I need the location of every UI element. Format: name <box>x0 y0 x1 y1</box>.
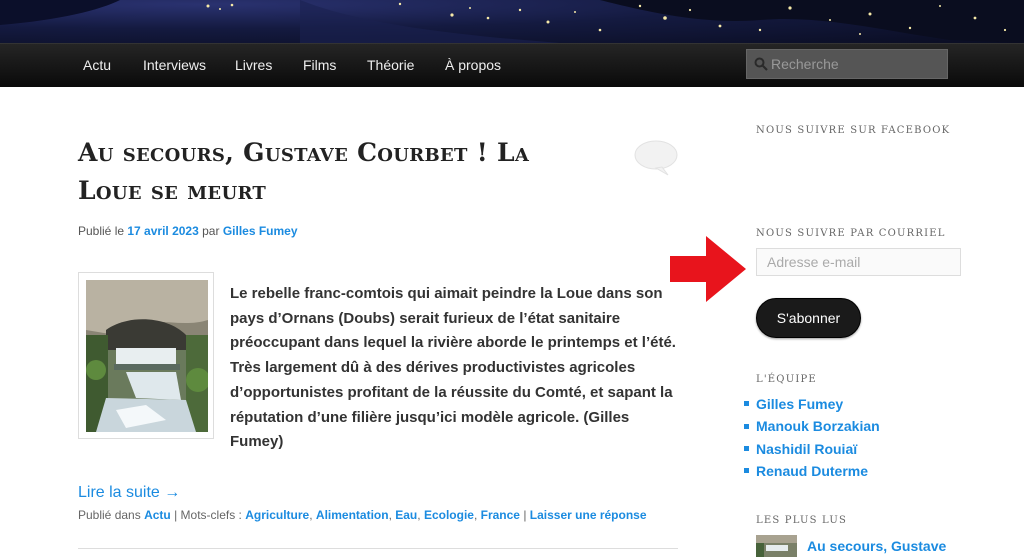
list-item: Renaud Duterme <box>744 463 880 485</box>
nav-item-a-propos[interactable]: À propos <box>445 44 501 88</box>
tags-label: | Mots-clefs : <box>174 508 242 522</box>
team-member-link[interactable]: Gilles Fumey <box>756 396 843 412</box>
waterfall-image <box>86 280 208 432</box>
post-footer-meta: Publié dans Actu | Mots-clefs : Agricult… <box>78 508 647 522</box>
meta-prefix: Publié le <box>78 224 125 238</box>
nav-item-films[interactable]: Films <box>303 44 336 88</box>
popular-widget-title: Les plus lus <box>756 515 848 526</box>
search-icon <box>754 57 768 71</box>
tag-link[interactable]: France <box>481 508 520 522</box>
bullet-icon <box>744 445 749 451</box>
search-box <box>746 49 948 79</box>
posted-in-label: Publié dans <box>78 508 141 522</box>
tag-link[interactable]: Alimentation <box>316 508 389 522</box>
leave-reply-link[interactable]: Laisser une réponse <box>530 508 647 522</box>
team-member-link[interactable]: Nashidil Rouiaï <box>756 441 857 457</box>
header-banner <box>0 0 1024 43</box>
post-author-link[interactable]: Gilles Fumey <box>223 224 298 238</box>
comment-bubble-icon[interactable] <box>634 140 678 176</box>
meta-by: par <box>202 224 220 238</box>
nav-item-actu[interactable]: Actu <box>83 44 111 88</box>
team-widget-title: L'équipe <box>756 374 817 385</box>
post-date-link[interactable]: 17 avril 2023 <box>127 224 198 238</box>
category-link[interactable]: Actu <box>144 508 171 522</box>
bullet-icon <box>744 423 749 429</box>
tag-link[interactable]: Agriculture <box>245 508 309 522</box>
post-meta: Publié le 17 avril 2023 par Gilles Fumey <box>78 224 298 238</box>
facebook-widget-title: Nous suivre sur Facebook <box>756 125 951 136</box>
nav-item-livres[interactable]: Livres <box>235 44 272 88</box>
email-widget-title: Nous suivre par courriel <box>756 228 946 239</box>
list-item: Manouk Borzakian <box>744 418 880 440</box>
list-item: Nashidil Rouiaï <box>744 441 880 463</box>
nav-item-interviews[interactable]: Interviews <box>143 44 206 88</box>
read-more-link[interactable]: Lire la suite → <box>78 484 180 502</box>
email-field[interactable] <box>756 248 961 276</box>
red-arrow-icon <box>670 236 746 302</box>
tag-link[interactable]: Ecologie <box>424 508 474 522</box>
tag-link[interactable]: Eau <box>395 508 417 522</box>
team-member-link[interactable]: Renaud Duterme <box>756 463 868 479</box>
bullet-icon <box>744 401 749 407</box>
popular-post-link[interactable]: Au secours, Gustave <box>807 538 946 554</box>
team-list: Gilles Fumey Manouk Borzakian Nashidil R… <box>744 396 880 485</box>
search-input[interactable] <box>771 50 945 78</box>
post-excerpt: Le rebelle franc-comtois qui aimait pein… <box>230 285 676 451</box>
popular-thumbnail[interactable] <box>756 535 797 557</box>
post-title[interactable]: Au secours, Gustave Courbet ! La Loue se… <box>78 134 578 210</box>
post-divider <box>78 548 678 549</box>
team-member-link[interactable]: Manouk Borzakian <box>756 418 880 434</box>
subscribe-button[interactable]: S'abonner <box>756 298 861 338</box>
post-thumbnail[interactable] <box>78 272 214 439</box>
list-item: Gilles Fumey <box>744 396 880 418</box>
bullet-icon <box>744 468 749 474</box>
reply-separator: | <box>523 508 527 522</box>
nav-item-theorie[interactable]: Théorie <box>367 44 414 88</box>
